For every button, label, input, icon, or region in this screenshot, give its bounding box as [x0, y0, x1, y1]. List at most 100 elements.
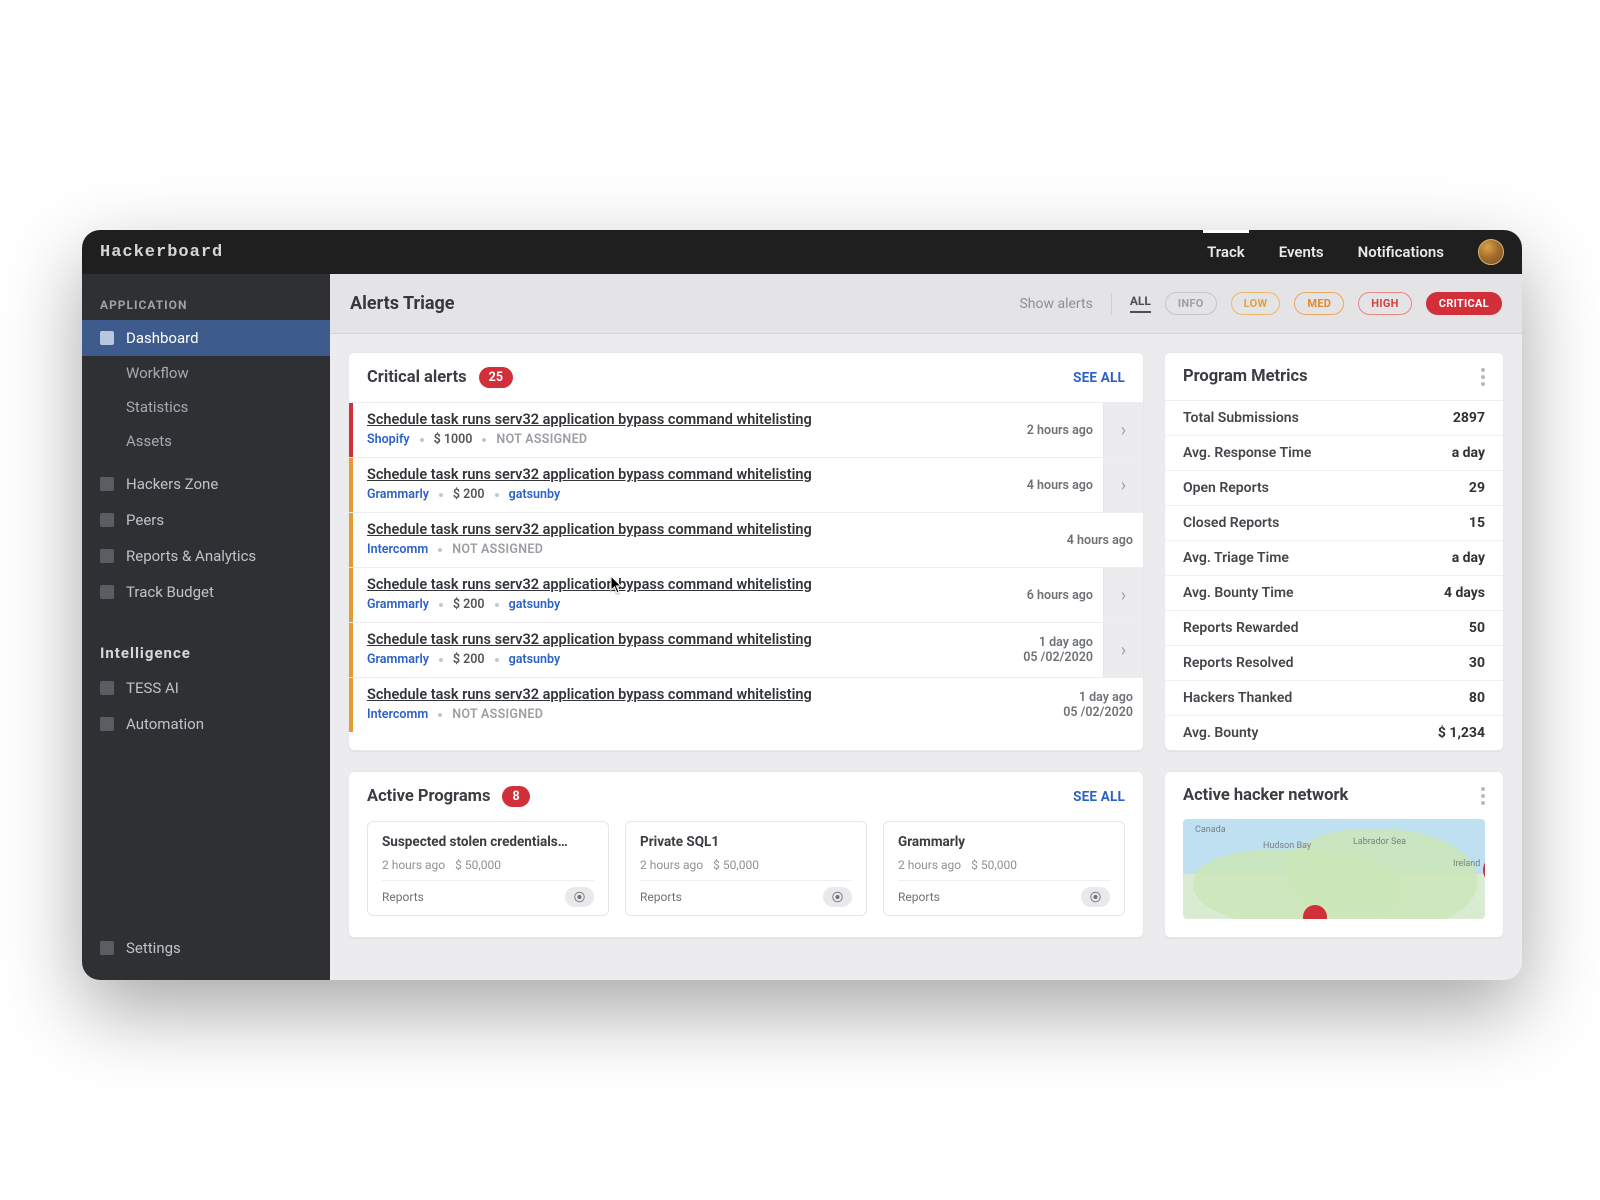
toggle-icon[interactable]: ⦿	[565, 887, 594, 907]
metric-value: 80	[1469, 690, 1485, 706]
chevron-right-icon[interactable]: ›	[1103, 568, 1143, 622]
alert-bounty: $ 1000	[434, 432, 473, 447]
sidebar-sub-statistics[interactable]: Statistics	[82, 390, 330, 424]
square-icon	[100, 549, 114, 563]
metric-value: 4 days	[1444, 585, 1485, 601]
alert-time: 4 hours ago	[1033, 513, 1143, 567]
card-header: Critical alerts 25 SEE ALL	[349, 353, 1143, 402]
metric-value: 2897	[1453, 410, 1485, 426]
alert-bounty: $ 200	[453, 652, 485, 667]
square-icon	[100, 681, 114, 695]
divider	[1111, 293, 1112, 315]
page-title: Alerts Triage	[350, 293, 455, 314]
alert-row[interactable]: Schedule task runs serv32 application by…	[349, 677, 1143, 732]
more-icon[interactable]	[1481, 368, 1485, 386]
alert-org[interactable]: Intercomm	[367, 707, 428, 722]
alert-assignee[interactable]: gatsunby	[509, 487, 561, 502]
alert-row[interactable]: Schedule task runs serv32 application by…	[349, 512, 1143, 567]
program-tile[interactable]: Private SQL1 2 hours ago$ 50,000 Reports…	[625, 821, 867, 916]
sidebar-item-dashboard[interactable]: Dashboard	[82, 320, 330, 356]
metric-value: $ 1,234	[1438, 725, 1485, 741]
alert-org[interactable]: Intercomm	[367, 542, 428, 557]
alert-main: Schedule task runs serv32 application by…	[353, 458, 993, 512]
critical-alerts-card: Critical alerts 25 SEE ALL Schedule task…	[348, 352, 1144, 751]
nav-notifications[interactable]: Notifications	[1358, 243, 1444, 261]
program-tile[interactable]: Grammarly 2 hours ago$ 50,000 Reports ⦿	[883, 821, 1125, 916]
sidebar-item-label: Peers	[126, 511, 164, 529]
sidebar-sub-assets[interactable]: Assets	[82, 424, 330, 458]
map[interactable]: Canada Hudson Bay Labrador Sea Ireland P…	[1183, 819, 1485, 919]
metric-value: 15	[1469, 515, 1485, 531]
metric-row: Reports Rewarded50	[1165, 610, 1503, 645]
alert-org[interactable]: Grammarly	[367, 597, 429, 612]
alert-title[interactable]: Schedule task runs serv32 application by…	[367, 466, 979, 483]
alert-time: 2 hours ago	[993, 403, 1103, 457]
program-foot-label: Reports	[898, 890, 940, 904]
alert-title[interactable]: Schedule task runs serv32 application by…	[367, 631, 979, 648]
alert-assignee[interactable]: gatsunby	[509, 597, 561, 612]
toggle-icon[interactable]: ⦿	[823, 887, 852, 907]
metric-value: a day	[1452, 445, 1485, 461]
alert-bounty: $ 200	[453, 487, 485, 502]
app-window: Hackerboard Track Events Notifications A…	[82, 230, 1522, 980]
see-all-link[interactable]: SEE ALL	[1073, 789, 1125, 805]
main: Alerts Triage Show alerts ALL INFO LOW M…	[330, 274, 1522, 980]
body: APPLICATION Dashboard Workflow Statistic…	[82, 274, 1522, 980]
square-icon	[100, 717, 114, 731]
chevron-right-icon[interactable]: ›	[1103, 458, 1143, 512]
filter-critical[interactable]: CRITICAL	[1426, 292, 1502, 315]
metric-value: a day	[1452, 550, 1485, 566]
sidebar-item-label: Dashboard	[126, 329, 199, 347]
chevron-right-icon[interactable]: ›	[1103, 403, 1143, 457]
sidebar: APPLICATION Dashboard Workflow Statistic…	[82, 274, 330, 980]
avatar[interactable]	[1478, 239, 1504, 265]
filter-all[interactable]: ALL	[1130, 294, 1151, 313]
sidebar-item-reports-analytics[interactable]: Reports & Analytics	[82, 538, 330, 574]
metric-row: Total Submissions2897	[1165, 400, 1503, 435]
sidebar-item-settings[interactable]: Settings	[82, 930, 330, 966]
sidebar-item-peers[interactable]: Peers	[82, 502, 330, 538]
sidebar-item-label: Track Budget	[126, 583, 214, 601]
alert-title[interactable]: Schedule task runs serv32 application by…	[367, 411, 979, 428]
alert-org[interactable]: Shopify	[367, 432, 410, 447]
metric-row: Avg. Bounty Time4 days	[1165, 575, 1503, 610]
program-sub: 2 hours ago$ 50,000	[382, 858, 594, 872]
filter-low[interactable]: LOW	[1231, 292, 1281, 315]
alert-time: 1 day ago05 /02/2020	[1033, 678, 1143, 732]
sidebar-item-track-budget[interactable]: Track Budget	[82, 574, 330, 610]
filter-med[interactable]: MED	[1294, 292, 1344, 315]
map-marker[interactable]: 22	[1483, 855, 1485, 885]
alert-main: Schedule task runs serv32 application by…	[353, 513, 1033, 567]
square-icon	[100, 477, 114, 491]
alert-title[interactable]: Schedule task runs serv32 application by…	[367, 521, 1019, 538]
nav-track[interactable]: Track	[1207, 243, 1245, 261]
alert-row[interactable]: Schedule task runs serv32 application by…	[349, 402, 1143, 457]
alert-assignee[interactable]: gatsunby	[509, 652, 561, 667]
alert-row[interactable]: Schedule task runs serv32 application by…	[349, 622, 1143, 677]
filter-high[interactable]: HIGH	[1358, 292, 1411, 315]
more-icon[interactable]	[1481, 787, 1485, 805]
program-foot-label: Reports	[382, 890, 424, 904]
chevron-right-icon[interactable]: ›	[1103, 623, 1143, 677]
alert-row[interactable]: Schedule task runs serv32 application by…	[349, 457, 1143, 512]
alert-row[interactable]: Schedule task runs serv32 application by…	[349, 567, 1143, 622]
see-all-link[interactable]: SEE ALL	[1073, 370, 1125, 386]
alert-title[interactable]: Schedule task runs serv32 application by…	[367, 686, 1019, 703]
sidebar-sub-workflow[interactable]: Workflow	[82, 356, 330, 390]
filter-info[interactable]: INFO	[1165, 292, 1217, 315]
sidebar-item-hackers-zone[interactable]: Hackers Zone	[82, 466, 330, 502]
metric-row: Reports Resolved30	[1165, 645, 1503, 680]
alert-org[interactable]: Grammarly	[367, 487, 429, 502]
show-alerts-label: Show alerts	[1019, 296, 1092, 312]
alert-title[interactable]: Schedule task runs serv32 application by…	[367, 576, 979, 593]
sidebar-item-automation[interactable]: Automation	[82, 706, 330, 742]
alert-org[interactable]: Grammarly	[367, 652, 429, 667]
square-icon	[100, 585, 114, 599]
toggle-icon[interactable]: ⦿	[1081, 887, 1110, 907]
program-title: Suspected stolen credentials…	[382, 834, 594, 850]
nav-events[interactable]: Events	[1279, 243, 1324, 261]
alert-bounty: $ 200	[453, 597, 485, 612]
program-tile[interactable]: Suspected stolen credentials… 2 hours ag…	[367, 821, 609, 916]
sidebar-item-tess-ai[interactable]: TESS AI	[82, 670, 330, 706]
metric-row: Avg. Response Timea day	[1165, 435, 1503, 470]
